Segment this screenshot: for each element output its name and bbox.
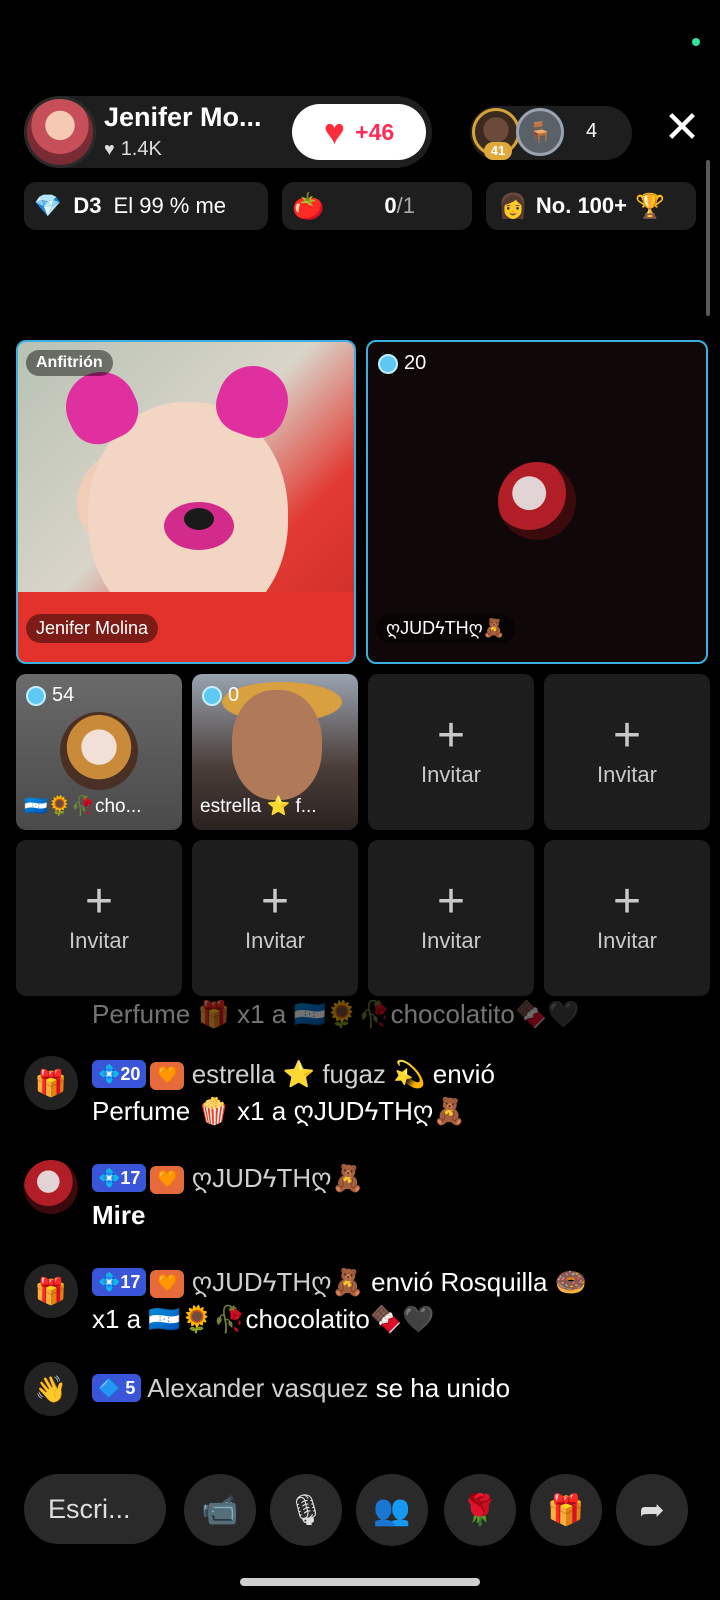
chat-username[interactable]: Alexander vasquez (147, 1373, 368, 1403)
plus-icon: + (612, 709, 642, 762)
invite-label: Invitar (597, 762, 657, 787)
host-tile-label: Jenifer Molina (26, 614, 159, 643)
fan-badge-icon: 🧡 (150, 1062, 185, 1090)
host-tag: Anfitrión (26, 350, 113, 376)
status-indicator (692, 38, 700, 46)
trophy-icon: 🏆 (635, 192, 665, 220)
plus-icon: + (436, 875, 466, 928)
chat-message-body: 💠17 🧡 ღJUDϟTHღ🧸 Mire (92, 1160, 702, 1234)
invite-slot[interactable]: + Invitar (544, 840, 710, 996)
viewer-count[interactable]: 4 (586, 120, 597, 143)
gift-icon: 🎁 (24, 1056, 78, 1110)
chat-message-text: Perfume 🎁 x1 a 🇭🇳🌻🥀chocolatito🍫🖤 (92, 1000, 580, 1029)
chat-message-body: 💠17 🧡 ღJUDϟTHღ🧸 envió Rosquilla 🍩 x1 a 🇭🇳… (92, 1264, 702, 1338)
plus-icon: + (260, 875, 290, 928)
guest-slot-1[interactable]: 54 🇭🇳🌻🥀cho... (16, 674, 182, 830)
filter-nose (164, 502, 234, 550)
host-likes-count: 1.4K (120, 138, 162, 160)
rose-icon[interactable]: 🌹 (444, 1474, 516, 1546)
diamond-icon: 💎 (34, 193, 62, 218)
heart-icon: ♥ (323, 111, 346, 152)
gem-icon (202, 685, 222, 706)
invite-label: Invitar (421, 762, 481, 787)
guest-avatar (60, 712, 138, 790)
heart-icon: ♥ (104, 139, 115, 159)
invite-slot[interactable]: + Invitar (192, 840, 358, 996)
chat-username[interactable]: estrella ⭐ fugaz 💫 (192, 1059, 426, 1089)
invite-slot[interactable]: + Invitar (544, 674, 710, 830)
chat-message-body: 💠20 🧡 estrella ⭐ fugaz 💫 envió Perfume 🍿 … (92, 1056, 702, 1130)
invite-slot[interactable]: + Invitar (368, 674, 534, 830)
ranking-text: No. 100+ (535, 193, 627, 218)
chat-message-text: x1 a 🇭🇳🌻🥀chocolatito🍫🖤 (92, 1304, 435, 1334)
chat-username[interactable]: ღJUDϟTHღ🧸 (192, 1163, 364, 1193)
chat-message-text: Perfume 🍿 x1 a ღJUDϟTHღ🧸 (92, 1096, 466, 1126)
scrollbar[interactable] (706, 160, 710, 316)
chat-username[interactable]: ღJUDϟTHღ🧸 (192, 1267, 364, 1297)
rank-text: El 99 % me (113, 193, 227, 218)
guest-slot-2[interactable]: 0 estrella ⭐ f... (192, 674, 358, 830)
plus-icon: + (612, 875, 642, 928)
fan-badge-icon: 🧡 (150, 1270, 185, 1298)
guest-score: 54 (26, 684, 74, 707)
guest-score: 20 (378, 352, 426, 375)
chat-action: envió Rosquilla 🍩 (371, 1267, 588, 1297)
comment-input[interactable]: Escri... (24, 1474, 166, 1544)
people-icon[interactable]: 👥 (356, 1474, 428, 1546)
plus-icon: + (436, 709, 466, 762)
host-name[interactable]: Jenifer Mo... (104, 102, 262, 133)
home-indicator[interactable] (240, 1578, 480, 1586)
invite-slot[interactable]: + Invitar (368, 840, 534, 996)
guest-avatar (498, 462, 576, 540)
host-avatar[interactable] (24, 96, 96, 168)
like-button[interactable]: ♥ +46 (292, 104, 426, 160)
viewer-seat-icon[interactable]: 🪑 (516, 108, 564, 156)
host-video-tile[interactable]: Anfitrión Jenifer Molina (16, 340, 356, 664)
user-avatar[interactable] (24, 1160, 78, 1214)
guest-slot-label: estrella ⭐ f... (200, 796, 317, 817)
goal-chip[interactable]: 🍅 0/1 (282, 182, 472, 230)
share-icon[interactable]: ➦ (616, 1474, 688, 1546)
video-camera-icon[interactable]: 📹 (184, 1474, 256, 1546)
ranking-chip[interactable]: 👩 No. 100+ 🏆 (486, 182, 696, 230)
gift-icon: 🎁 (24, 1264, 78, 1318)
chat-action: se ha unido (375, 1373, 511, 1403)
invite-label: Invitar (421, 928, 481, 953)
viewer-level-badge: 41 (484, 142, 512, 160)
guest-video-tile[interactable]: 20 ღJUDϟTHღ🧸 (366, 340, 708, 664)
guest-slot-label: 🇭🇳🌻🥀cho... (24, 796, 142, 817)
close-button[interactable]: ✕ (662, 106, 702, 150)
host-likes: ♥ 1.4K (104, 138, 162, 161)
level-badge: 💠17 (92, 1164, 147, 1192)
microphone-icon[interactable]: 🎙 (270, 1474, 342, 1546)
guest-tile-label: ღJUDϟTHღ🧸 (376, 614, 516, 643)
gem-icon (378, 353, 398, 374)
guest-face (232, 690, 322, 800)
gift-icon[interactable]: 🎁 (530, 1474, 602, 1546)
level-badge: 💠17 (92, 1268, 147, 1296)
invite-slot[interactable]: + Invitar (16, 840, 182, 996)
invite-label: Invitar (597, 928, 657, 953)
rank-chip[interactable]: 💎 D3 El 99 % me (24, 182, 268, 230)
invite-label: Invitar (245, 928, 305, 953)
fan-badge-icon: 🧡 (150, 1166, 185, 1194)
rank-level: D3 (73, 193, 102, 218)
guest-score: 0 (202, 684, 239, 707)
chat-message-text: Mire (92, 1200, 146, 1230)
goal-progress: 0/1 (384, 193, 415, 218)
wave-icon: 👋 (24, 1362, 78, 1416)
gem-icon (26, 685, 46, 706)
level-badge: 🔷 5 (92, 1374, 142, 1402)
invite-label: Invitar (69, 928, 129, 953)
avatar-icon: 👩 (498, 192, 528, 220)
chat-message-body: 🔷 5 Alexander vasquez se ha unido (92, 1370, 702, 1407)
like-increment: +46 (355, 118, 395, 145)
level-badge: 💠20 (92, 1060, 147, 1088)
plus-icon: + (84, 875, 114, 928)
chat-action: envió (432, 1059, 495, 1089)
goal-icon: 🍅 (292, 190, 325, 221)
chat-feed[interactable]: Perfume 🎁 x1 a 🇭🇳🌻🥀chocolatito🍫🖤 🎁 💠20 🧡 … (0, 1000, 720, 1440)
